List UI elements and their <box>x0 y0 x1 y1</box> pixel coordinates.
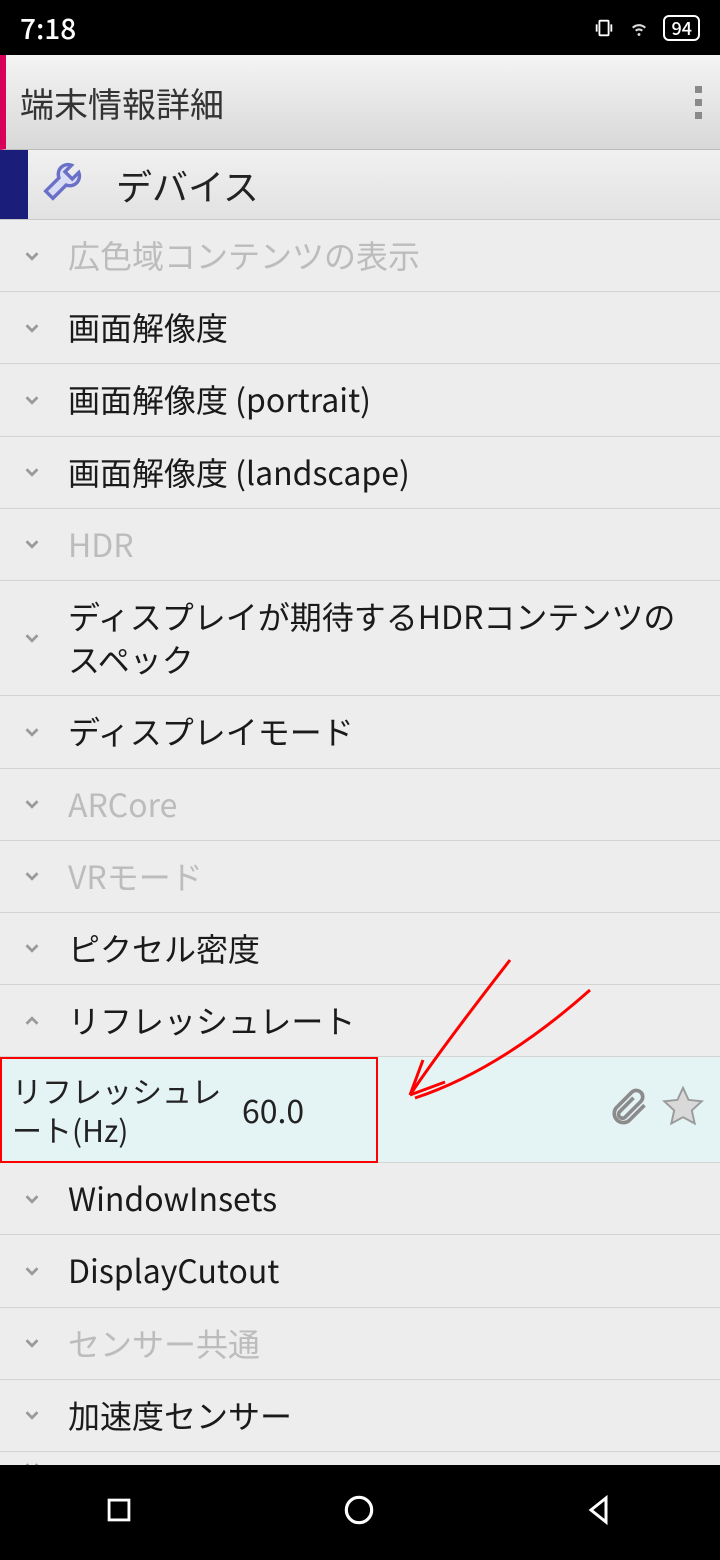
paperclip-icon[interactable] <box>606 1085 650 1134</box>
status-bar: 7:18 94 <box>0 0 720 55</box>
list-item-label: VRモード <box>68 855 702 898</box>
wifi-icon <box>627 8 651 48</box>
detail-label: リフレッシュレート(Hz) <box>12 1071 222 1149</box>
refresh-rate-detail-row[interactable]: リフレッシュレート(Hz) 60.0 <box>0 1057 720 1163</box>
chevron-up-icon <box>18 1010 46 1032</box>
chevron-down-icon <box>18 1404 46 1426</box>
list-item[interactable]: 広色域コンテンツの表示 <box>0 220 720 292</box>
status-time: 7:18 <box>20 8 76 48</box>
list-item-label: WindowInsets <box>68 1177 702 1220</box>
list-item-label: ピクセル密度 <box>68 927 702 970</box>
list-item-label: ARCore <box>68 783 702 826</box>
list-item[interactable]: 画面解像度 (portrait) <box>0 364 720 436</box>
chevron-down-icon <box>18 721 46 743</box>
recent-apps-button[interactable] <box>102 1493 136 1532</box>
navigation-bar <box>0 1465 720 1560</box>
app-title: 端末情報詳細 <box>20 78 224 127</box>
chevron-down-icon <box>18 793 46 815</box>
list-item[interactable]: VRモード <box>0 841 720 913</box>
list-item-label: 画面解像度 (portrait) <box>68 378 702 421</box>
list-item-label: 画面解像度 (landscape) <box>68 451 702 494</box>
wrench-icon <box>36 150 94 219</box>
list-item[interactable]: ディスプレイモード <box>0 696 720 768</box>
list-item[interactable]: WindowInsets <box>0 1163 720 1235</box>
list-item[interactable]: DisplayCutout <box>0 1235 720 1307</box>
list-item[interactable]: ディスプレイが期待するHDRコンテンツのスペック <box>0 581 720 696</box>
chevron-down-icon <box>18 1332 46 1354</box>
detail-value: 60.0 <box>242 1087 304 1133</box>
list-item[interactable]: センサー共通 <box>0 1308 720 1380</box>
overflow-menu-button[interactable] <box>695 86 702 119</box>
chevron-down-icon <box>18 245 46 267</box>
home-button[interactable] <box>340 1491 378 1534</box>
chevron-down-icon <box>18 533 46 555</box>
list-item[interactable]: ARCore <box>0 769 720 841</box>
chevron-down-icon <box>18 1188 46 1210</box>
chevron-down-icon <box>18 317 46 339</box>
chevron-down-icon <box>18 461 46 483</box>
list-item-label: ディスプレイが期待するHDRコンテンツのスペック <box>68 595 702 681</box>
list-item-label: 広色域コンテンツの表示 <box>68 234 702 277</box>
chevron-down-icon <box>18 627 46 649</box>
status-right: 94 <box>593 8 700 48</box>
battery-indicator: 94 <box>663 15 700 41</box>
list-item[interactable]: 画面解像度 (landscape) <box>0 437 720 509</box>
back-button[interactable] <box>582 1492 618 1533</box>
list-item-label: 画面解像度 <box>68 306 702 349</box>
list-item[interactable]: 加速度センサー <box>0 1380 720 1452</box>
list-item[interactable]: リフレッシュレート <box>0 985 720 1057</box>
star-icon[interactable] <box>660 1084 706 1135</box>
chevron-down-icon <box>18 1260 46 1282</box>
list-item-label: リフレッシュレート <box>68 999 702 1042</box>
list-item-label: 加速度センサー <box>68 1394 702 1437</box>
chevron-down-icon <box>18 1456 46 1465</box>
chevron-down-icon <box>18 865 46 887</box>
section-device-header[interactable]: デバイス <box>0 150 720 220</box>
detail-row-actions <box>606 1084 706 1135</box>
list-item[interactable]: HDR <box>0 509 720 581</box>
app-bar: 端末情報詳細 <box>0 55 720 150</box>
chevron-down-icon <box>18 389 46 411</box>
vibrate-icon <box>593 8 615 48</box>
content-area: デバイス 広色域コンテンツの表示画面解像度画面解像度 (portrait) 画面解… <box>0 150 720 1465</box>
chevron-down-icon <box>18 937 46 959</box>
list-item-label: DisplayCutout <box>68 1249 702 1292</box>
list-item[interactable] <box>0 1452 720 1465</box>
list-item-label: センサー共通 <box>68 1322 702 1365</box>
list-item-label: ディスプレイモード <box>68 710 702 753</box>
section-accent <box>0 150 28 219</box>
list-item[interactable]: ピクセル密度 <box>0 913 720 985</box>
section-title: デバイス <box>116 159 259 211</box>
list-item[interactable]: 画面解像度 <box>0 292 720 364</box>
refresh-rate-detail-box: リフレッシュレート(Hz) 60.0 <box>0 1057 378 1163</box>
list-item-label: HDR <box>68 523 702 566</box>
